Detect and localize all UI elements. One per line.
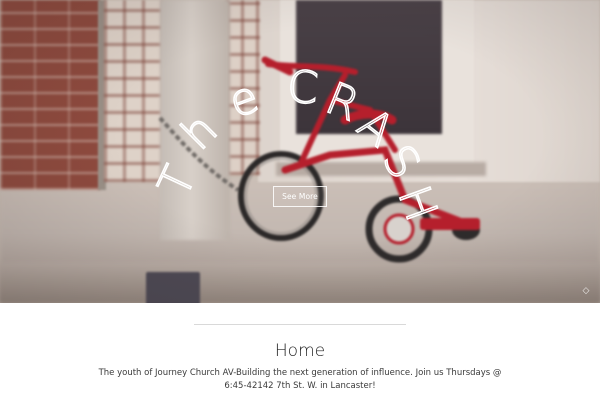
slider-next-icon[interactable]: ◇: [581, 286, 591, 296]
hero-banner: T h e C R A S H See More ◇: [0, 0, 600, 303]
hero-title-letter-9: H: [388, 179, 447, 228]
hero-title-letter-2: h: [172, 104, 228, 160]
hero-title-letter-5: C: [285, 61, 320, 114]
section-divider: [194, 324, 406, 325]
see-more-button[interactable]: See More: [273, 186, 327, 207]
hero-title: T h e C R A S H: [148, 60, 448, 228]
page-title: Home: [274, 341, 326, 361]
hero-title-letter-3: e: [222, 71, 265, 128]
hero-title-letter-1: T: [149, 159, 207, 205]
intro-text: The youth of Journey Church AV-Building …: [98, 368, 502, 391]
hero-title-letter-6: R: [319, 73, 366, 132]
